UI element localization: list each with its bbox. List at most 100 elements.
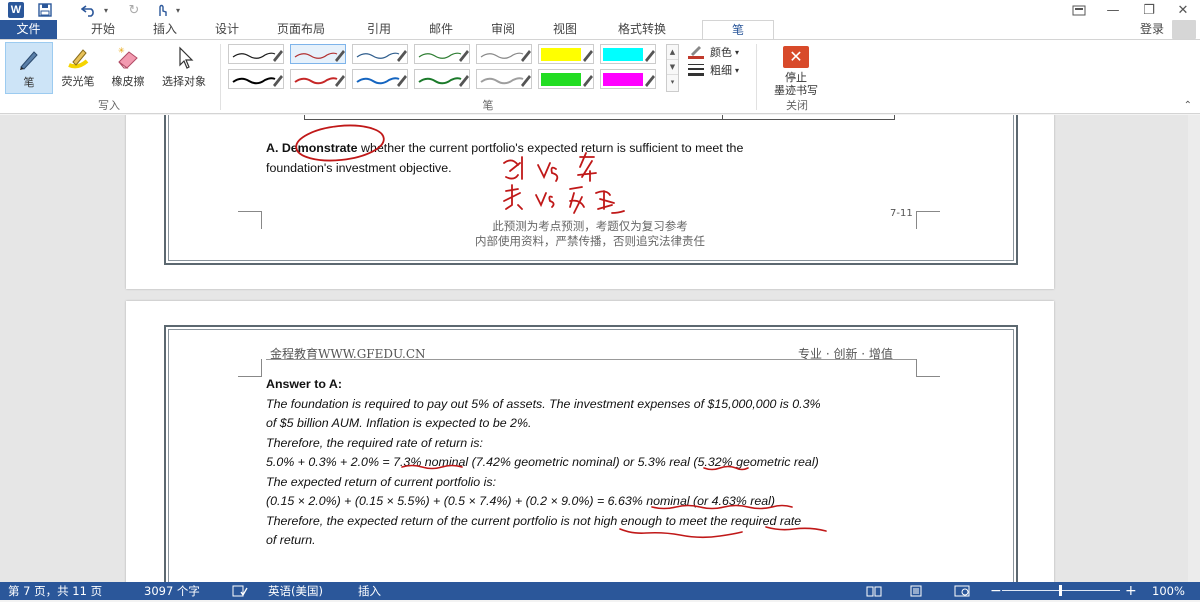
- pen-swatch[interactable]: [352, 44, 408, 64]
- word-count[interactable]: 3097 个字: [144, 582, 200, 600]
- insert-mode[interactable]: 插入: [358, 582, 381, 600]
- eraser-icon: ✳: [118, 46, 138, 69]
- zoom-slider-thumb[interactable]: [1059, 585, 1062, 596]
- proofing-icon[interactable]: [232, 582, 248, 600]
- tab-home[interactable]: 开始: [80, 20, 126, 39]
- color-dropdown-icon: ▾: [735, 47, 740, 57]
- stop-line2: 墨迹书写: [774, 84, 818, 97]
- pen-tool-button[interactable]: 笔: [5, 42, 53, 94]
- select-pointer-icon: [179, 46, 194, 69]
- minimize-icon[interactable]: —: [1098, 0, 1128, 20]
- highlighter-icon: [68, 49, 89, 69]
- pen-color-icon: [688, 45, 706, 59]
- pen-swatch[interactable]: [290, 44, 346, 64]
- stop-line1: 停止: [785, 71, 807, 84]
- pen-swatch[interactable]: [476, 69, 532, 89]
- highlighter-tool-label: 荧光笔: [61, 75, 95, 88]
- ink-underline: [619, 528, 743, 539]
- color-button[interactable]: 颜色 ▾: [688, 43, 739, 61]
- zoom-level[interactable]: 100%: [1152, 582, 1185, 600]
- status-bar: 第 7 页，共 11 页 3097 个字 英语(美国) 插入 − + 100%: [0, 582, 1200, 600]
- tab-review[interactable]: 审阅: [480, 20, 526, 39]
- svg-text:✳: ✳: [118, 46, 125, 55]
- tab-page-layout[interactable]: 页面布局: [266, 20, 336, 39]
- thickness-button[interactable]: 粗细 ▾: [688, 61, 739, 79]
- pen-swatch[interactable]: [228, 69, 284, 89]
- pen-icon: [20, 51, 38, 70]
- ink-underlines: [401, 464, 827, 539]
- tab-references[interactable]: 引用: [356, 20, 402, 39]
- gallery-up-icon[interactable]: ▲: [667, 45, 678, 60]
- page-7: A. Demonstrate whether the current portf…: [126, 115, 1054, 289]
- zoom-in-icon[interactable]: +: [1125, 582, 1137, 600]
- gallery-scroll[interactable]: ▲ ▼ ▾: [666, 44, 679, 92]
- write-group-label: 写入: [98, 99, 120, 112]
- ink-handwriting: [503, 152, 625, 214]
- color-label: 颜色: [710, 46, 732, 59]
- close-window-icon[interactable]: ✕: [1168, 0, 1198, 20]
- language[interactable]: 英语(美国): [268, 582, 323, 600]
- touch-mode-icon[interactable]: [152, 2, 172, 18]
- read-mode-icon[interactable]: [866, 582, 882, 600]
- page-8: 金程教育WWW.GFEDU.CN 专业 · 创新 · 增值 Answer to …: [126, 301, 1054, 582]
- customize-toolbar-icon[interactable]: ▾: [172, 2, 184, 18]
- page-info[interactable]: 第 7 页，共 11 页: [8, 582, 102, 600]
- avatar[interactable]: [1172, 20, 1196, 39]
- close-group-label: 关闭: [786, 99, 808, 112]
- thickness-dropdown-icon: ▾: [735, 65, 740, 75]
- select-objects-label: 选择对象: [162, 75, 206, 88]
- pen-swatch[interactable]: [290, 69, 346, 89]
- pen-swatch[interactable]: [414, 44, 470, 64]
- word-app-icon: W: [8, 2, 24, 18]
- gallery-down-icon[interactable]: ▼: [667, 60, 678, 75]
- tab-insert[interactable]: 插入: [142, 20, 188, 39]
- pen-swatch[interactable]: [476, 44, 532, 64]
- pen-tool-label: 笔: [23, 76, 35, 89]
- ink-underline: [401, 464, 463, 470]
- pen-swatch[interactable]: [228, 44, 284, 64]
- ink-underline: [651, 504, 793, 510]
- redo-icon[interactable]: ↻: [124, 2, 144, 18]
- line-thickness-icon: [688, 63, 706, 77]
- ribbon-separator: [220, 44, 221, 110]
- undo-dropdown-icon[interactable]: ▾: [100, 2, 112, 18]
- zoom-out-icon[interactable]: −: [990, 582, 1002, 600]
- tab-design[interactable]: 设计: [204, 20, 250, 39]
- select-objects-button[interactable]: 选择对象: [155, 42, 213, 94]
- pen-group-label: 笔: [482, 99, 494, 112]
- save-icon[interactable]: [36, 2, 54, 18]
- document-area: A. Demonstrate whether the current portf…: [0, 115, 1200, 582]
- pen-swatch[interactable]: [600, 44, 656, 64]
- ribbon-display-options-icon[interactable]: [1064, 0, 1094, 20]
- login-link[interactable]: 登录: [1140, 20, 1164, 39]
- pen-swatch[interactable]: [352, 69, 408, 89]
- thickness-label: 粗细: [710, 64, 732, 77]
- pen-swatch[interactable]: [538, 44, 594, 64]
- undo-icon[interactable]: [78, 2, 100, 18]
- tab-format-convert[interactable]: 格式转换: [606, 20, 678, 39]
- stop-inking-icon: ✕: [783, 46, 809, 68]
- vertical-scrollbar[interactable]: [1188, 115, 1200, 582]
- ribbon-tabs: 文件 开始 插入 设计 页面布局 引用 邮件 审阅 视图 格式转换 笔 登录: [0, 20, 1200, 39]
- ribbon-separator: [756, 44, 757, 110]
- ink-underline: [765, 526, 827, 532]
- gallery-more-icon[interactable]: ▾: [667, 75, 678, 90]
- tab-pen[interactable]: 笔: [702, 20, 774, 39]
- ribbon: 笔 荧光笔 ✳ 橡皮擦 选择对象 写入 ▲ ▼ ▾ 颜色 ▾ 粗细 ▾ 笔 ✕: [0, 39, 1200, 114]
- collapse-ribbon-icon[interactable]: ⌃: [1184, 100, 1192, 111]
- tab-view[interactable]: 视图: [542, 20, 588, 39]
- stop-inking-button[interactable]: ✕ 停止 墨迹书写: [764, 42, 828, 97]
- tab-mailings[interactable]: 邮件: [418, 20, 464, 39]
- eraser-tool-button[interactable]: ✳ 橡皮擦: [103, 42, 153, 94]
- restore-icon[interactable]: ❐: [1134, 0, 1164, 20]
- pen-swatch[interactable]: [600, 69, 656, 89]
- eraser-tool-label: 橡皮擦: [111, 75, 145, 88]
- pen-style-gallery: [228, 44, 666, 92]
- tab-file[interactable]: 文件: [0, 20, 57, 39]
- ink-circle: [295, 124, 385, 162]
- print-layout-icon[interactable]: [908, 582, 924, 600]
- highlighter-tool-button[interactable]: 荧光笔: [55, 42, 101, 94]
- pen-swatch[interactable]: [538, 69, 594, 89]
- web-layout-icon[interactable]: [954, 582, 970, 600]
- pen-swatch[interactable]: [414, 69, 470, 89]
